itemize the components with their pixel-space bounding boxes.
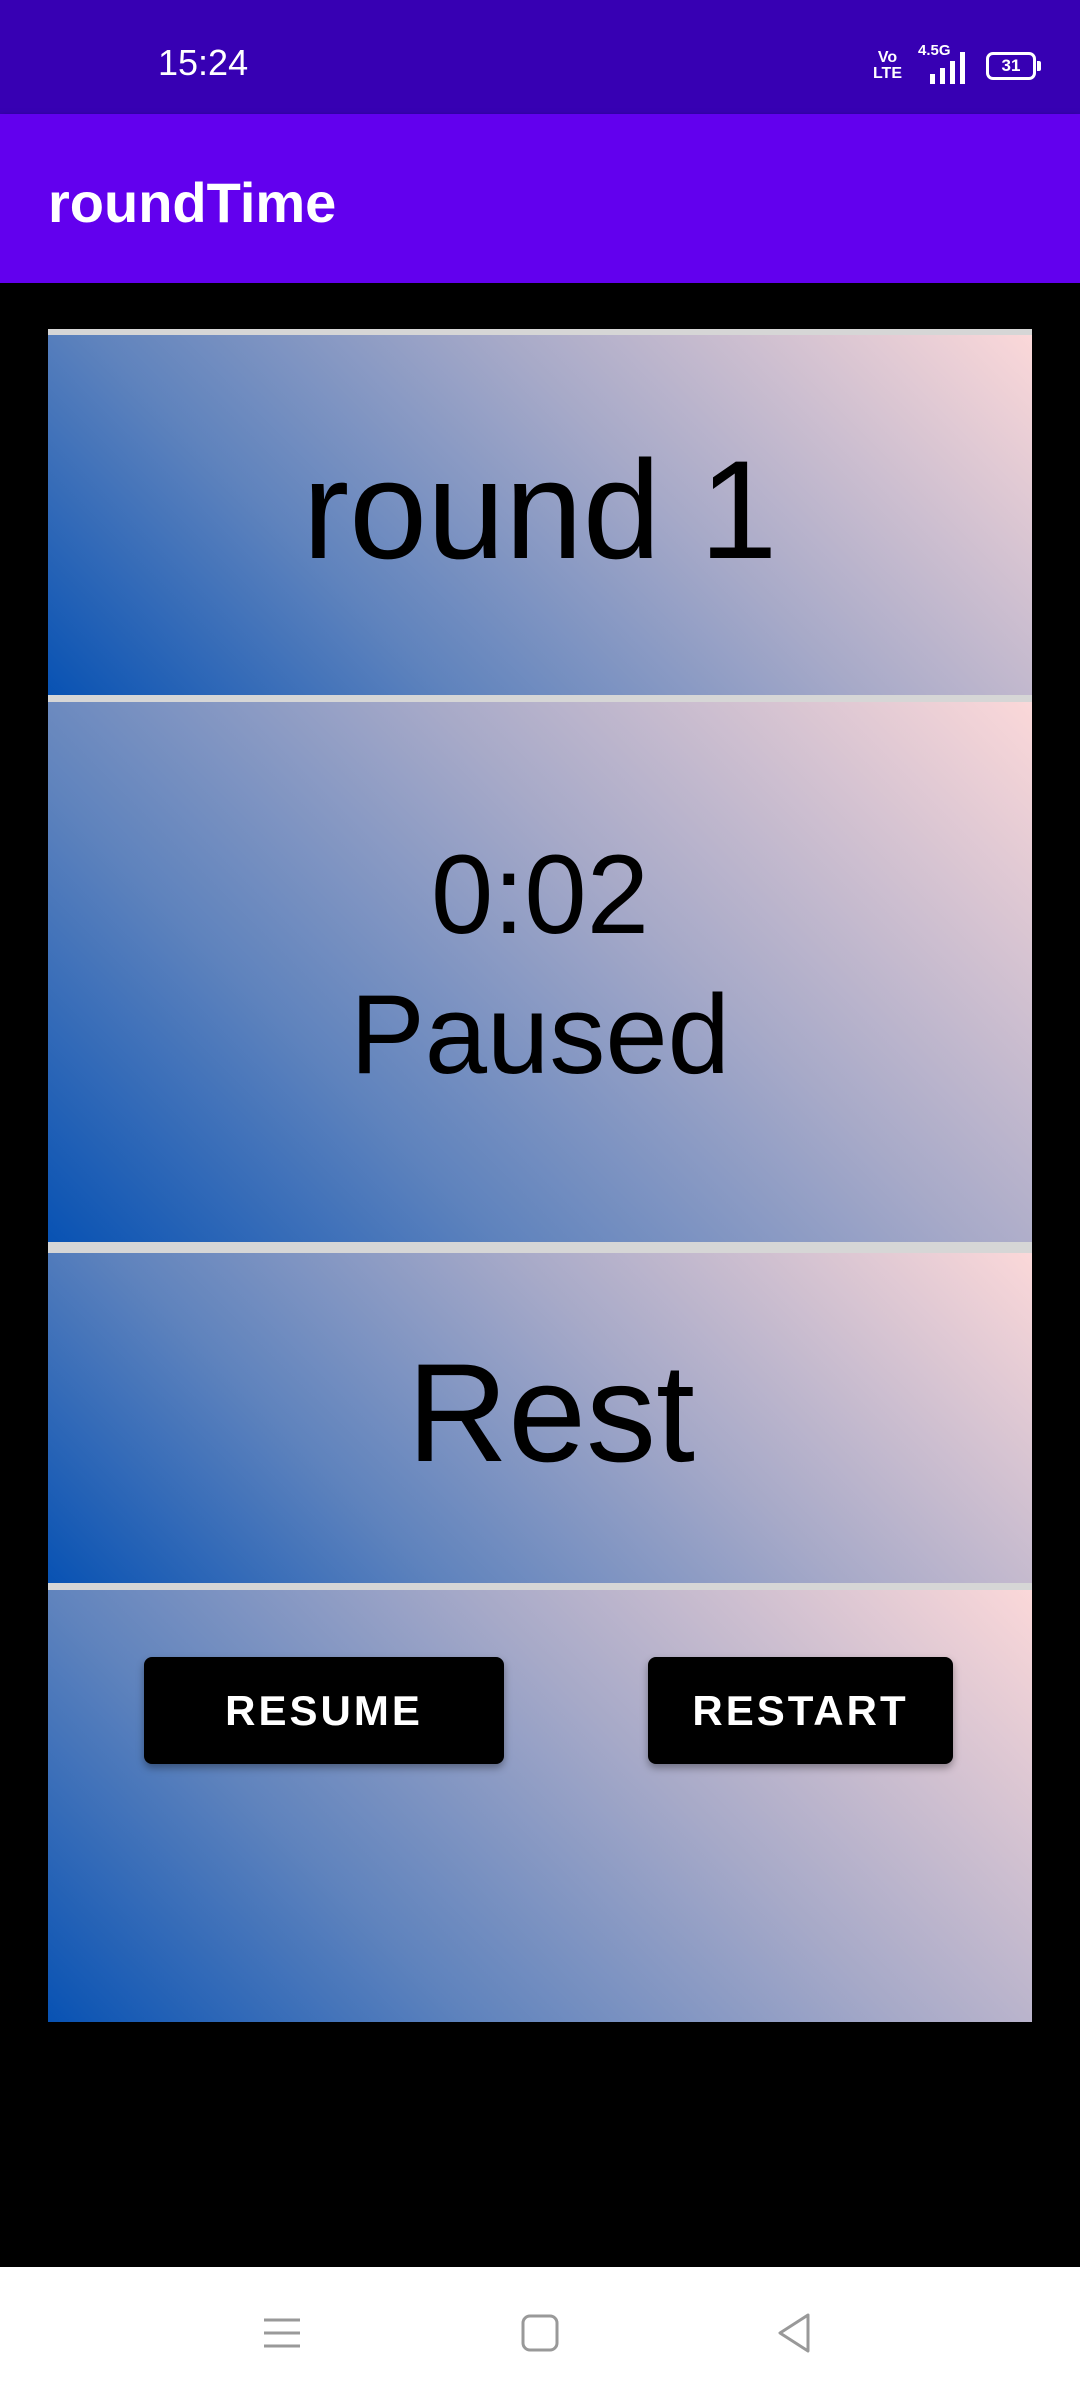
phase-panel: Rest [48,1253,1032,1583]
status-icons: Vo LTE 4.5G 31 [873,42,1041,86]
phase-label: Rest [407,1334,695,1491]
divider [48,1583,1032,1590]
volte-icon: Vo LTE [873,50,902,82]
signal-icon: 4.5G [916,42,972,86]
volte-top-text: Vo [877,49,898,66]
battery-level: 31 [1001,56,1021,75]
menu-icon[interactable] [262,2312,302,2354]
restart-button[interactable]: RESTART [648,1657,953,1764]
round-panel: round 1 [48,335,1032,695]
resume-button[interactable]: RESUME [144,1657,504,1764]
home-icon[interactable] [520,2312,560,2354]
back-icon[interactable] [774,2312,814,2354]
round-label: round 1 [302,431,778,588]
timer-panel: 0:02 Paused [48,702,1032,1242]
divider [48,1242,1032,1253]
battery-icon: 31 [986,52,1041,80]
volte-bottom-text: LTE [872,65,902,82]
network-type-text: 4.5G [918,42,951,59]
navigation-bar [0,2267,1080,2400]
status-time: 15:24 [158,42,249,83]
divider [48,695,1032,702]
app-bar: roundTime [0,114,1080,283]
status-bar: 15:24 Vo LTE 4.5G 31 [0,0,1080,114]
controls-panel [48,1590,1032,2022]
timer-display: 0:02 Paused [350,825,730,1105]
timer-time: 0:02 [431,832,649,957]
timer-state: Paused [350,972,730,1097]
app-title: roundTime [48,171,337,234]
